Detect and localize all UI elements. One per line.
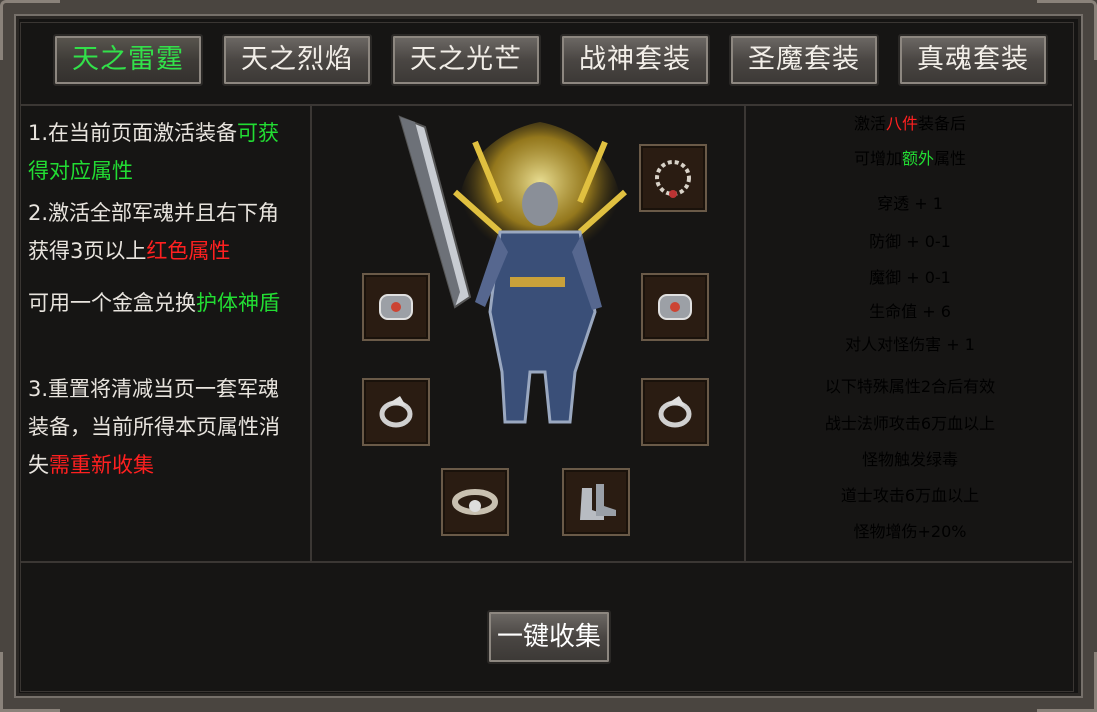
- ring-icon: [379, 396, 413, 428]
- bracelet-icon: [379, 294, 413, 320]
- special-line: 怪物增伤+20%: [853, 522, 967, 541]
- divider: [310, 106, 312, 562]
- tab-sheng-mo-tao-zhuang[interactable]: 圣魔套装: [729, 34, 879, 86]
- stat-hp: 生命值 + 6: [869, 302, 951, 321]
- stat-defense: 防御 + 0-1: [869, 232, 951, 251]
- necklace-slot[interactable]: [639, 144, 707, 212]
- instruction-exchange: 可用一个金盒兑换护体神盾: [28, 291, 280, 315]
- left-bracelet-slot[interactable]: [362, 273, 430, 341]
- special-line: 道士攻击6万血以上: [840, 486, 980, 505]
- divider: [20, 104, 1072, 106]
- special-line: 怪物触发绿毒: [861, 450, 958, 469]
- belt-icon: [452, 489, 498, 515]
- right-bracelet-slot[interactable]: [641, 273, 709, 341]
- right-ring-slot[interactable]: [641, 378, 709, 446]
- tab-tian-zhi-lie-yan[interactable]: 天之烈焰: [222, 34, 372, 86]
- special-line: 战士法师攻击6万血以上: [824, 414, 996, 433]
- necklace-icon: [655, 160, 691, 198]
- belt-slot[interactable]: [441, 468, 509, 536]
- boots-slot[interactable]: [562, 468, 630, 536]
- instruction-3: 3.重置将清减当页一套军魂装备，当前所得本页属性消失需重新收集: [28, 377, 280, 477]
- tab-zhan-shen-tao-zhuang[interactable]: 战神套装: [560, 34, 710, 86]
- left-ring-slot[interactable]: [362, 378, 430, 446]
- instruction-2: 2.激活全部军魂并且右下角获得3页以上红色属性: [28, 201, 280, 263]
- stat-damage: 对人对怪伤害 + 1: [845, 335, 975, 354]
- divider: [20, 561, 1072, 563]
- collect-all-button[interactable]: 一键收集: [487, 610, 611, 664]
- bonus-line-1: 激活八件装备后: [853, 114, 967, 133]
- stat-magic-defense: 魔御 + 0-1: [869, 268, 951, 287]
- tab-tian-zhi-guang-mang[interactable]: 天之光芒: [391, 34, 541, 86]
- tab-tian-zhi-lei-ting[interactable]: 天之雷霆: [53, 34, 203, 86]
- stat-penetration: 穿透 + 1: [877, 194, 943, 213]
- bracelet-icon: [658, 294, 692, 320]
- boots-icon: [580, 484, 616, 520]
- ring-icon: [658, 396, 692, 428]
- tab-zhen-hun-tao-zhuang[interactable]: 真魂套装: [898, 34, 1048, 86]
- instruction-1: 1.在当前页面激活装备可获得对应属性: [28, 121, 280, 183]
- divider: [744, 106, 746, 562]
- special-line: 以下特殊属性2合后有效: [824, 377, 996, 396]
- bonus-line-2: 可增加额外属性: [853, 149, 967, 168]
